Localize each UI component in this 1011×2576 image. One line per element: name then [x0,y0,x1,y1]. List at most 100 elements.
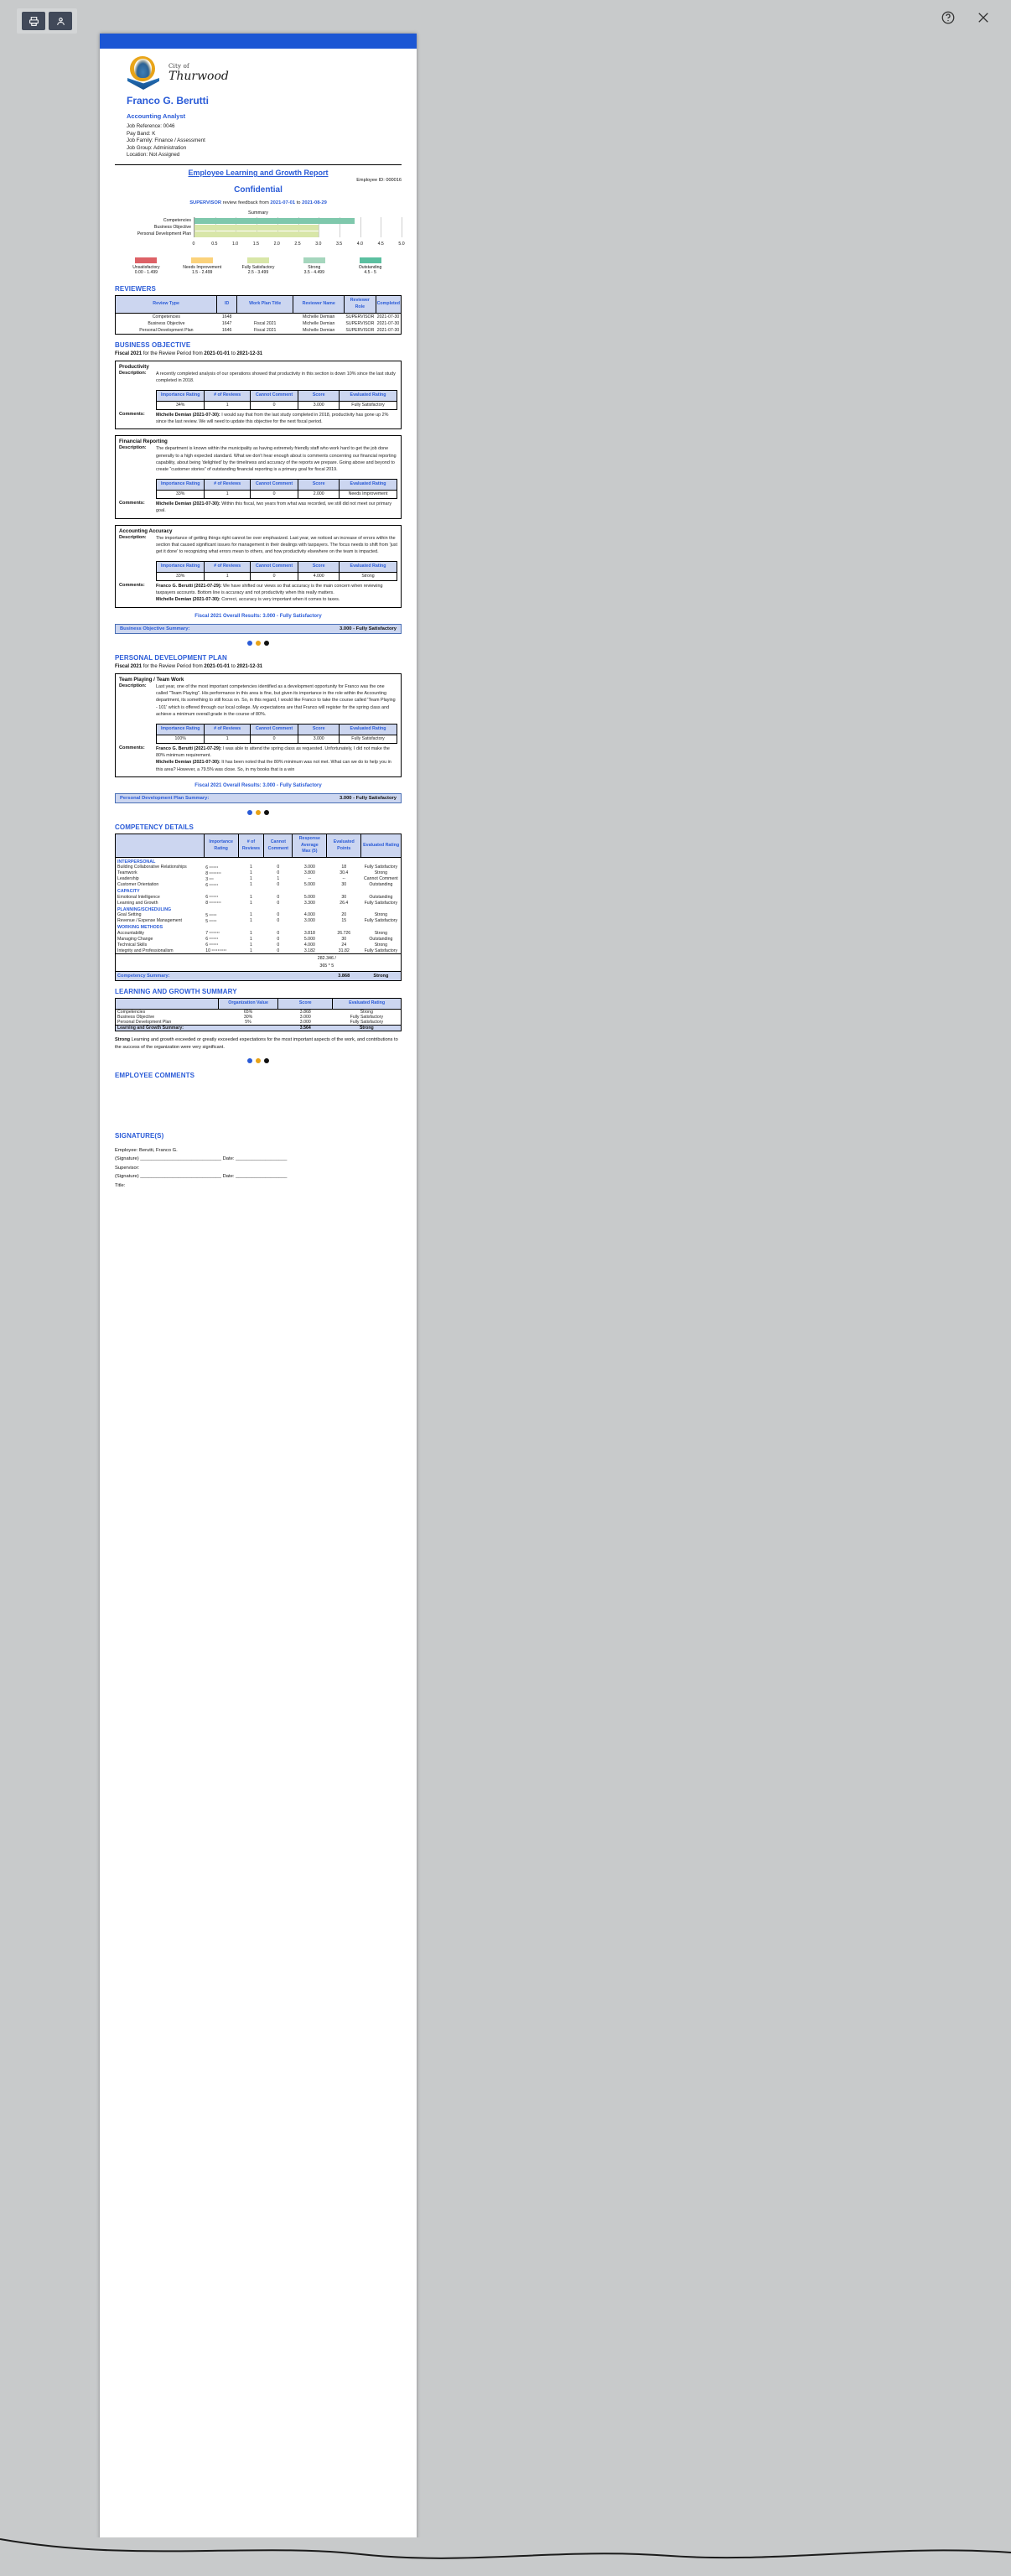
response-average: -- [308,876,312,882]
competency-details-heading: COMPETENCY DETAILS [115,823,194,831]
bo-summary-value: 3.000 - Fully Satisfactory [340,626,397,631]
column-header: Score [298,560,340,573]
table-cell: Fiscal 2021 [253,327,277,333]
column-header: Reviewer Role [344,295,376,314]
importance-stars-icon: •••••••• [208,870,222,875]
evaluated-rating: Fully Satisfactory [364,865,398,870]
comment-author: Michelle Demian (2021-07-30): [156,760,220,766]
reviewers-table: Review Type ID Work Plan Title Reviewer Nam… [114,295,402,335]
response-average: 3.182 [303,948,315,953]
response-average: 3.000 [303,918,315,924]
competency-group-row: CAPACITY [116,888,402,894]
table-cell: 0 [249,572,299,581]
table-cell: 1646 [221,327,232,333]
table-cell: 33% [155,490,205,499]
table-cell: 3.000 [298,735,340,744]
chart-bar [194,217,355,224]
chart-title: Summary [248,210,268,216]
reviews-count: 1 [250,948,252,953]
score-table-wrap: Importance Rating # of Reviews Cannot Comm… [155,389,397,410]
table-header-row: Importance Rating # of Reviews Cannot Comm… [155,723,397,735]
employee-job-title: Accounting Analyst [127,112,186,120]
table-header-row: Importance Rating # of Reviews Cannot Comment… [115,833,402,859]
city-emblem-icon [127,55,162,91]
table-row: Leadership 3 ••• 1 1 -- -- Cannot Comment [116,876,402,882]
chart-tick-label: 4.0 [356,242,363,247]
total-numerator: 282.346 / [317,956,336,962]
table-row: Business Objective 1647 Fiscal 2021 Michell… [116,320,402,327]
evaluated-points: 30 [341,936,347,942]
table-cell: 33% [155,572,205,581]
legend-range: 3.5 - 4.499 [303,270,324,275]
business-objective-overall: Fiscal 2021 Overall Results: 3.000 - Ful… [194,613,322,619]
objective-description-row: Description: A recently completed analysi… [119,371,397,385]
comments-label: Comments: [119,500,145,506]
bo-from: 2021-01-01 [204,351,231,356]
comment-body: Correct, accuracy is very important when… [220,597,340,603]
score-table: Importance Rating # of Reviews Cannot Comm… [155,389,397,410]
signature-title-line: Title: [115,1182,126,1188]
evaluated-rating: Cannot Comment [364,876,398,882]
legend-item: Outstanding 4.5 - 5 [345,257,396,275]
person-tool-button[interactable] [49,12,72,30]
lg-summary-rating: Strong [332,1024,402,1031]
table-cell: Fully Satisfactory [339,401,397,410]
score-table: Importance Rating # of Reviews Cannot Comm… [155,478,397,499]
close-icon[interactable] [976,10,993,27]
table-row: Emotional Intelligence 6 •••••• 1 0 5.000 30 O… [116,894,402,900]
competency-summary-score: 3.868 [326,971,361,981]
learning-growth-summary-row: Learning and Growth Summary: 3.564 Strong [115,1024,402,1031]
table-cell: 0 [249,490,299,499]
column-header: Evaluated Rating [339,478,397,491]
comments-text: Franco G. Berutti (2021-07-29): We have … [156,583,397,604]
signature-supervisor-label: Supervisor: [115,1165,140,1171]
table-header-row: Importance Rating # of Reviews Cannot Comm… [155,389,397,402]
spacer-cell [292,971,327,981]
table-cell: SUPERVISOR [345,327,375,333]
viewer-window-controls [941,10,993,27]
pay-band: Pay Band: K [127,130,156,137]
chart-bar-row [194,224,402,231]
pdp-to: 2021-12-31 [236,663,263,669]
importance-stars-icon: •••••• [208,881,219,886]
column-header: Response Average Max (5) [292,833,328,859]
response-average: 5.000 [303,882,315,888]
table-cell: 34% [155,401,205,410]
reviews-count: 1 [250,912,252,918]
competency-summary-row: Competency Summary: 3.868 Strong [115,971,402,981]
column-header: # of Reviews [204,560,251,573]
column-header: Evaluated Rating [332,998,402,1010]
print-tool-button[interactable] [22,12,45,30]
column-header: Evaluated Rating [339,560,397,573]
legend-range: 0.00 - 1.499 [134,270,158,275]
column-header: # of Reviews [204,478,251,491]
table-cell: SUPERVISOR [345,320,375,326]
table-header-row: Importance Rating # of Reviews Cannot Comm… [155,478,397,491]
chart-tick-label: 1.5 [252,242,259,247]
competency-group-label: WORKING METHODS [117,925,163,931]
comment-entry: Michelle Demian (2021-07-30): I would sa… [156,412,397,426]
response-average: 3.300 [303,900,315,906]
objective-name: Productivity [119,363,149,370]
competency-group-label: PLANNING/SCHEDULING [117,906,172,912]
table-cell: 1647 [221,320,232,326]
objective-comments-row: Comments: Franco G. Berutti (2021-07-29):… [119,583,397,604]
importance-rating: 6 •••••• [204,865,238,870]
objective-box: Financial Reporting Description: The depar… [115,435,402,519]
score-table-wrap: Importance Rating # of Reviews Cannot Comm… [155,723,397,744]
column-header: # of Reviews [237,833,265,859]
legend-swatch [303,257,325,263]
column-header: Importance Rating [155,389,205,402]
summary-chart: Competencies Business Objective Personal D… [115,217,402,237]
evaluated-rating: Outstanding [369,936,393,942]
help-circle-icon[interactable] [941,10,957,27]
section-dots-3 [115,1057,402,1063]
reviews-count: 1 [250,882,252,888]
competency-total-row: 282.346 /365 * 5 [115,953,402,972]
pdp-summary-bar: Personal Development Plan Summary: 3.000… [115,793,402,803]
column-header [115,998,219,1010]
chart-bar [194,224,319,231]
spacer-cell [115,953,293,972]
response-average: 3.000 [303,865,315,870]
table-row: Revenue / Expense Management 5 ••••• 1 0 3.0… [116,918,402,924]
